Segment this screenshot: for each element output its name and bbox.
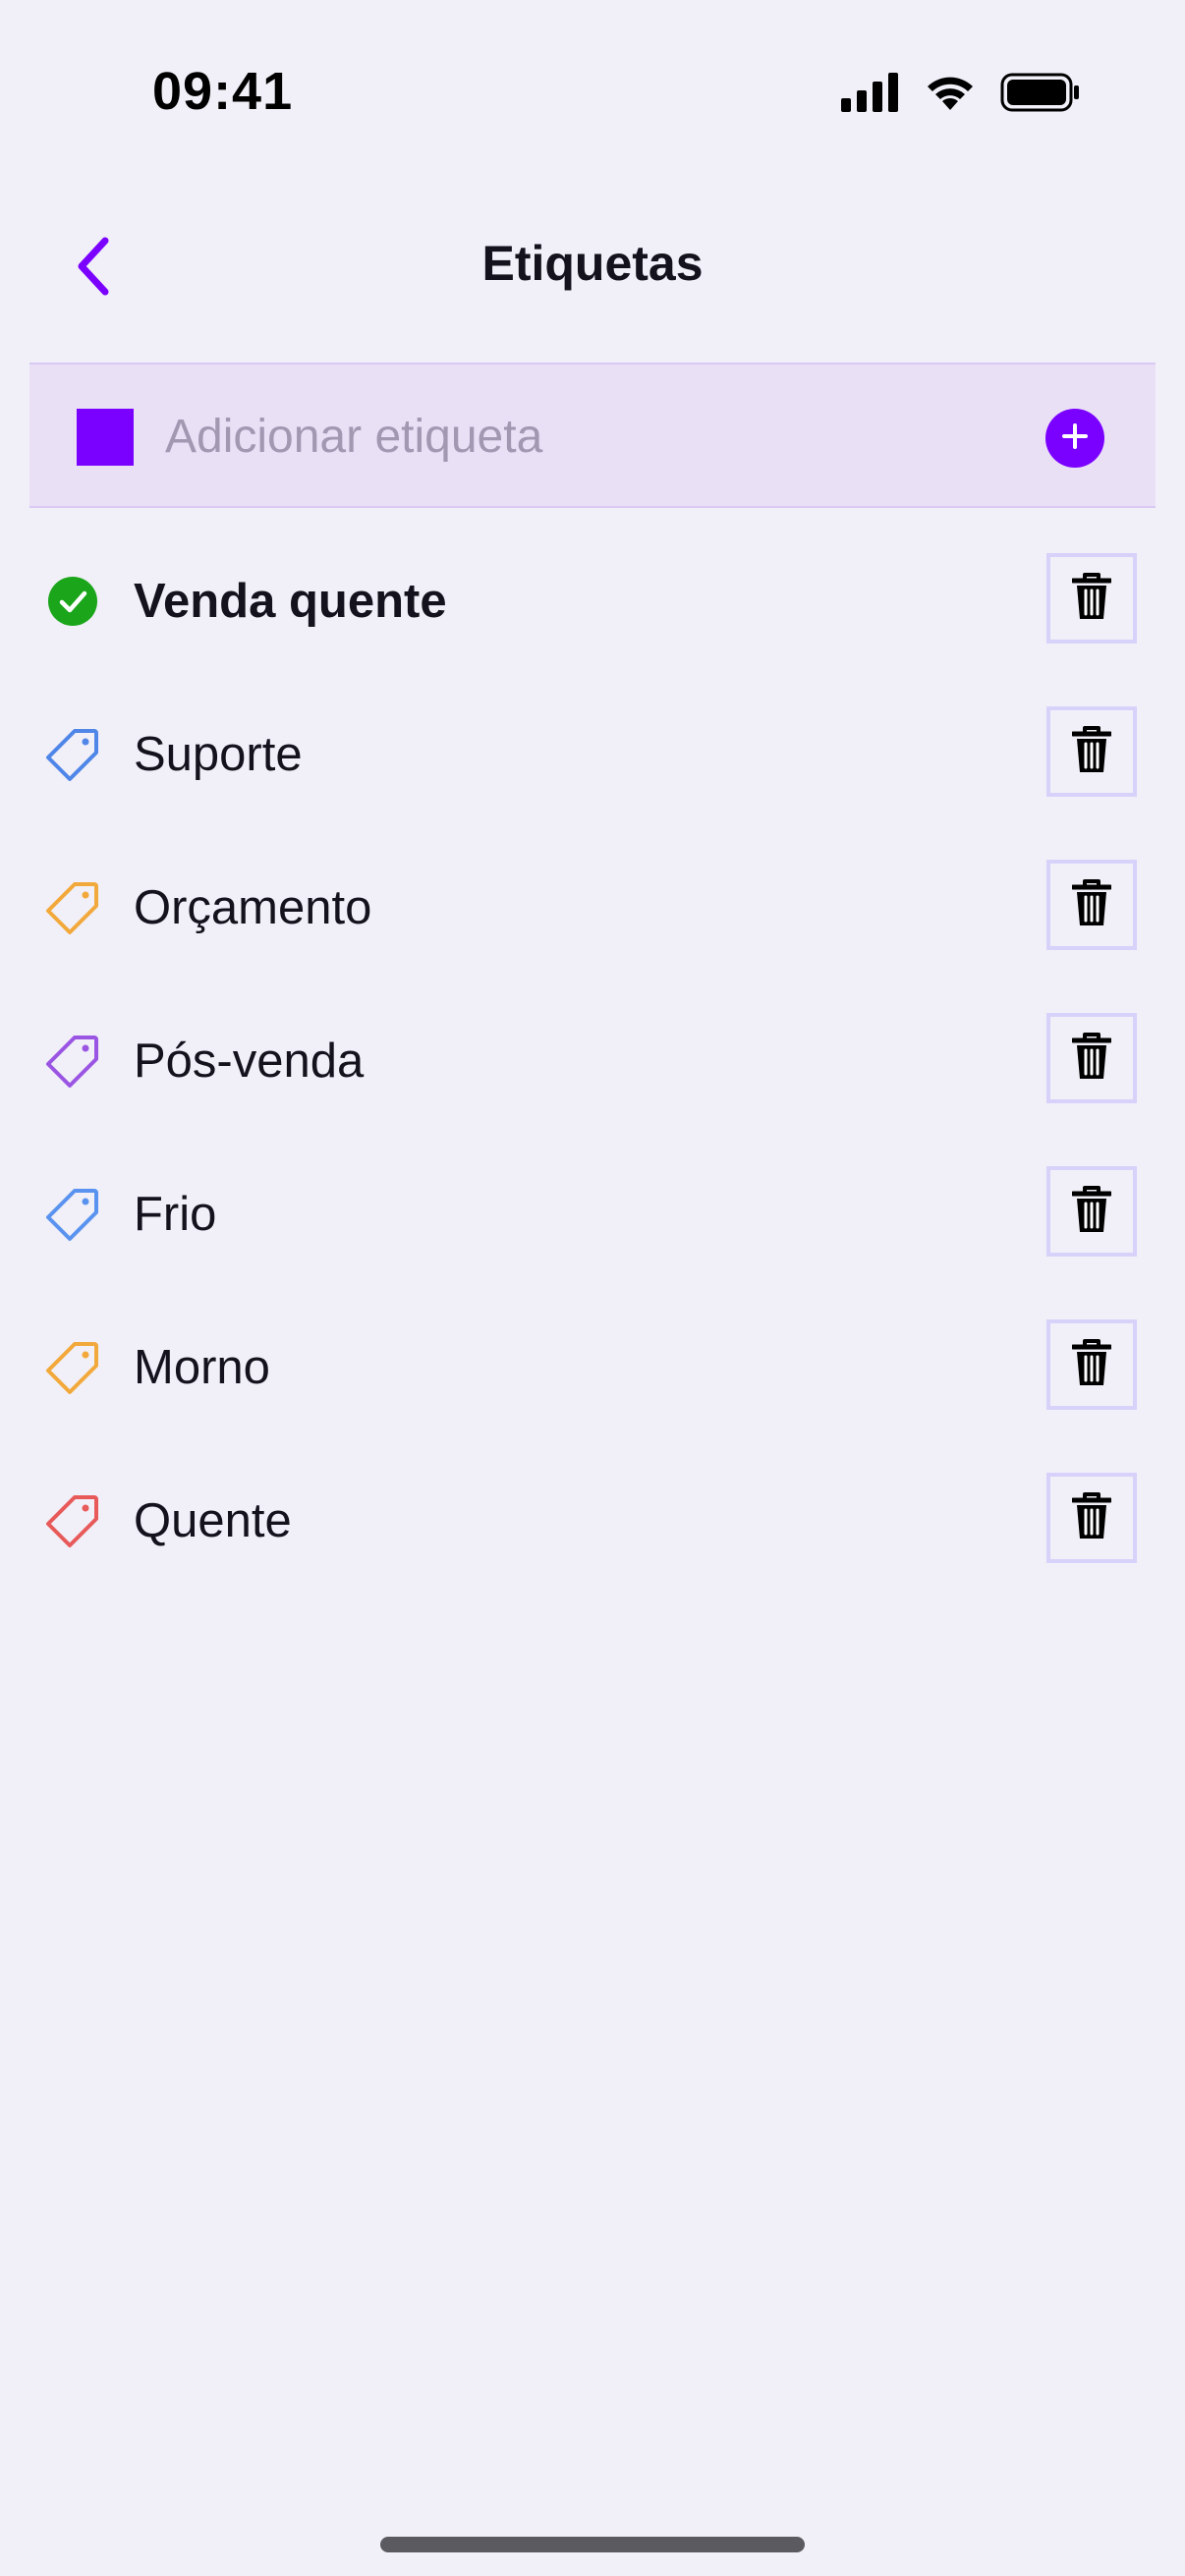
tag-icon — [45, 1034, 100, 1089]
signal-icon — [841, 73, 900, 117]
list-item[interactable]: Quente — [0, 1440, 1185, 1594]
tag-icon — [45, 1493, 100, 1548]
status-bar: 09:41 — [0, 0, 1185, 187]
color-swatch[interactable] — [77, 409, 134, 466]
tag-label: Suporte — [134, 728, 303, 781]
trash-icon — [1070, 1185, 1113, 1238]
tag-icon — [45, 1187, 100, 1242]
delete-button[interactable] — [1046, 706, 1137, 797]
list-item[interactable]: Frio — [0, 1134, 1185, 1287]
trash-icon — [1070, 878, 1113, 931]
delete-button[interactable] — [1046, 1166, 1137, 1257]
status-icons — [841, 73, 1081, 117]
plus-icon — [1060, 421, 1090, 456]
tag-icon — [45, 727, 100, 782]
add-tag-button[interactable] — [1045, 409, 1104, 468]
tag-label: Quente — [134, 1494, 292, 1547]
tag-label: Frio — [134, 1188, 217, 1241]
tag-icon — [45, 1340, 100, 1395]
delete-button[interactable] — [1046, 1013, 1137, 1103]
add-tag-input[interactable] — [165, 394, 990, 478]
list-item[interactable]: Suporte — [0, 674, 1185, 827]
list-item[interactable]: Morno — [0, 1287, 1185, 1440]
delete-button[interactable] — [1046, 1473, 1137, 1563]
trash-icon — [1070, 1338, 1113, 1391]
trash-icon — [1070, 1032, 1113, 1085]
delete-button[interactable] — [1046, 553, 1137, 644]
delete-button[interactable] — [1046, 1319, 1137, 1410]
list-item[interactable]: Venda quente — [0, 521, 1185, 674]
wifi-icon — [924, 73, 977, 117]
add-tag-bar — [29, 363, 1156, 508]
tag-label: Morno — [134, 1341, 270, 1394]
tag-label: Orçamento — [134, 881, 372, 934]
delete-button[interactable] — [1046, 860, 1137, 950]
home-indicator[interactable] — [380, 2537, 805, 2552]
trash-icon — [1070, 572, 1113, 625]
page-title: Etiquetas — [481, 236, 704, 291]
trash-icon — [1070, 725, 1113, 778]
tag-label: Venda quente — [134, 575, 447, 628]
check-circle-icon — [45, 574, 100, 629]
navigation-bar: Etiquetas — [0, 211, 1185, 319]
status-time: 09:41 — [152, 62, 294, 121]
tag-list: Venda quente Suporte Orçamento Pós-venda… — [0, 521, 1185, 1594]
list-item[interactable]: Pós-venda — [0, 980, 1185, 1134]
battery-icon — [1000, 73, 1081, 117]
list-item[interactable]: Orçamento — [0, 827, 1185, 980]
tag-icon — [45, 880, 100, 935]
tag-label: Pós-venda — [134, 1035, 365, 1088]
trash-icon — [1070, 1491, 1113, 1544]
